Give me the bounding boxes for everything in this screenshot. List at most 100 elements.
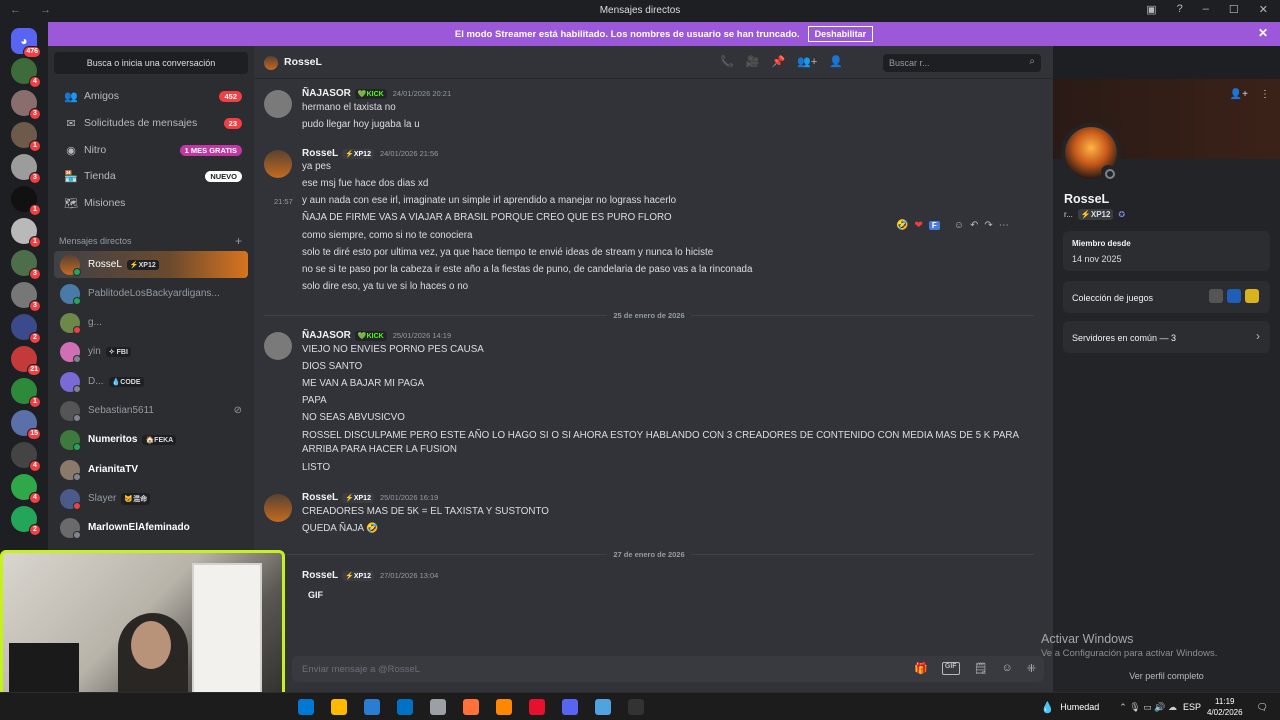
create-dm-icon[interactable]: +: [235, 234, 242, 248]
firefox-icon[interactable]: [463, 699, 479, 715]
nav-nitro[interactable]: ◉ Nitro 1 MES GRATIS: [54, 138, 248, 162]
server-badge: 1: [29, 236, 41, 248]
clock-date: 4/02/2026: [1206, 708, 1243, 717]
username[interactable]: RosseL: [302, 570, 338, 581]
forward-icon[interactable]: ↷: [984, 220, 992, 231]
add-friends-icon[interactable]: 👥+: [797, 55, 817, 68]
app-icon[interactable]: [595, 699, 611, 715]
message-composer[interactable]: Enviar mensaje a @RosseL 🎁 GIF 🗒 ☺ ⁜: [292, 656, 1044, 682]
reaction-f[interactable]: F: [928, 220, 940, 230]
games-collection-card[interactable]: Colección de juegos: [1063, 281, 1270, 313]
dm-item[interactable]: g...: [54, 309, 248, 336]
username[interactable]: RosseL: [302, 492, 338, 503]
gif-attachment[interactable]: GIF: [302, 590, 323, 600]
server-icon[interactable]: 3: [11, 154, 41, 184]
outlook-icon[interactable]: [397, 699, 413, 715]
dm-item[interactable]: PablitodeLosBackyardigans...: [54, 280, 248, 307]
tray-icons[interactable]: ⌃ 🎙 ▭ 🔊 ☁: [1119, 702, 1177, 713]
nav-friends[interactable]: 👥 Amigos 452: [54, 84, 248, 108]
disable-streamer-button[interactable]: Deshabilitar: [807, 26, 874, 42]
more-icon[interactable]: ⋯: [999, 220, 1009, 231]
video-call-icon[interactable]: 🎥: [746, 55, 760, 68]
close-banner-icon[interactable]: ✕: [1258, 26, 1268, 40]
close-button[interactable]: ✕: [1259, 3, 1268, 16]
avatar[interactable]: [264, 150, 292, 178]
server-icon[interactable]: 1: [11, 186, 41, 216]
server-icon[interactable]: 21: [11, 346, 41, 376]
dm-item[interactable]: D... 💧CODE: [54, 368, 248, 395]
dm-name: Numeritos: [88, 434, 138, 445]
server-icon[interactable]: 4: [11, 442, 41, 472]
dm-item[interactable]: Slayer 🐱混命: [54, 485, 248, 512]
pin-icon[interactable]: 📌: [771, 55, 785, 68]
voice-call-icon[interactable]: 📞: [720, 55, 734, 68]
server-icon[interactable]: 15: [11, 410, 41, 440]
profile-name[interactable]: RosseL: [1064, 192, 1109, 206]
avatar[interactable]: [264, 90, 292, 118]
role-badge: 💚KICK: [354, 88, 387, 99]
gift-icon[interactable]: 🎁: [914, 662, 928, 675]
home-button[interactable]: ◕ 476: [11, 28, 41, 58]
view-full-profile-link[interactable]: Ver perfil completo: [1053, 671, 1280, 681]
explorer-icon[interactable]: [331, 699, 347, 715]
help-icon[interactable]: ?: [1177, 3, 1183, 16]
dm-item[interactable]: yin ✧ FBI: [54, 338, 248, 365]
inbox-icon[interactable]: ▣: [1146, 3, 1156, 16]
store-icon[interactable]: [364, 699, 380, 715]
server-icon[interactable]: 4: [11, 474, 41, 504]
avatar[interactable]: [264, 332, 292, 360]
notifications-icon[interactable]: 🗨: [1257, 702, 1268, 713]
nav-quests[interactable]: 🗺 Misiones: [54, 191, 248, 215]
more-options-icon[interactable]: ⋮: [1260, 89, 1270, 100]
gif-icon[interactable]: GIF: [941, 662, 960, 675]
message-list[interactable]: ÑAJASOR 💚KICK 24/01/2026 20:21 hermano e…: [254, 80, 1053, 650]
mutual-servers-label: Servidores en común — 3: [1072, 333, 1177, 343]
language-indicator[interactable]: ESP: [1183, 702, 1201, 712]
dm-item[interactable]: ArianitaTV: [54, 456, 248, 483]
username[interactable]: RosseL: [302, 148, 338, 159]
username[interactable]: ÑAJASOR: [302, 88, 351, 99]
edge-icon[interactable]: [298, 699, 314, 715]
reaction-heart[interactable]: ❤: [914, 220, 922, 231]
dm-item[interactable]: Numeritos 🏠FEKA: [54, 426, 248, 453]
discord-icon[interactable]: [562, 699, 578, 715]
server-icon[interactable]: 2: [11, 314, 41, 344]
dm-item-rossel[interactable]: RosseL ⚡XP12: [54, 251, 248, 278]
server-icon[interactable]: 1: [11, 122, 41, 152]
minimize-button[interactable]: –: [1203, 3, 1209, 16]
add-friend-icon[interactable]: 👤+: [1230, 89, 1248, 100]
vlc-icon[interactable]: [496, 699, 512, 715]
server-icon[interactable]: 4: [11, 58, 41, 88]
opera-icon[interactable]: [529, 699, 545, 715]
reply-icon[interactable]: ↶: [970, 220, 978, 231]
role-badge: ⚡XP12: [342, 148, 374, 159]
username[interactable]: ÑAJASOR: [302, 330, 351, 341]
nav-message-requests[interactable]: ✉ Solicitudes de mensajes 23: [54, 111, 248, 135]
clock[interactable]: 11:19 4/02/2026: [1207, 696, 1243, 718]
server-icon[interactable]: 2: [11, 506, 41, 536]
nav-shop[interactable]: 🏪 Tienda NUEVO: [54, 164, 248, 188]
weather-text[interactable]: Humedad: [1060, 702, 1099, 712]
search-box[interactable]: Buscar r... ⌕: [883, 54, 1041, 72]
maximize-button[interactable]: ☐: [1229, 3, 1239, 16]
home-badge: 476: [23, 46, 41, 58]
server-icon[interactable]: 3: [11, 282, 41, 312]
server-icon[interactable]: 3: [11, 250, 41, 280]
find-conversation-button[interactable]: Busca o inicia una conversación: [54, 52, 248, 74]
sticker-icon[interactable]: 🗒: [974, 662, 988, 675]
dm-item[interactable]: MarlownElAfeminado: [54, 514, 248, 541]
avatar[interactable]: [264, 494, 292, 522]
profile-toggle-icon[interactable]: 👤: [829, 55, 843, 68]
emoji-icon[interactable]: ☺: [1002, 662, 1013, 675]
server-icon[interactable]: 1: [11, 218, 41, 248]
apps-icon[interactable]: ⁜: [1027, 662, 1036, 675]
server-icon[interactable]: 3: [11, 90, 41, 120]
member-since-label: Miembro desde: [1072, 239, 1131, 248]
notepad-icon[interactable]: [430, 699, 446, 715]
server-icon[interactable]: 1: [11, 378, 41, 408]
obs-icon[interactable]: [628, 699, 644, 715]
mutual-servers-card[interactable]: Servidores en común — 3 ›: [1063, 321, 1270, 353]
dm-item[interactable]: Sebastian5611 ⊘: [54, 397, 248, 424]
reaction-rofl[interactable]: 🤣: [896, 220, 908, 231]
add-reaction-icon[interactable]: ☺: [954, 220, 964, 231]
